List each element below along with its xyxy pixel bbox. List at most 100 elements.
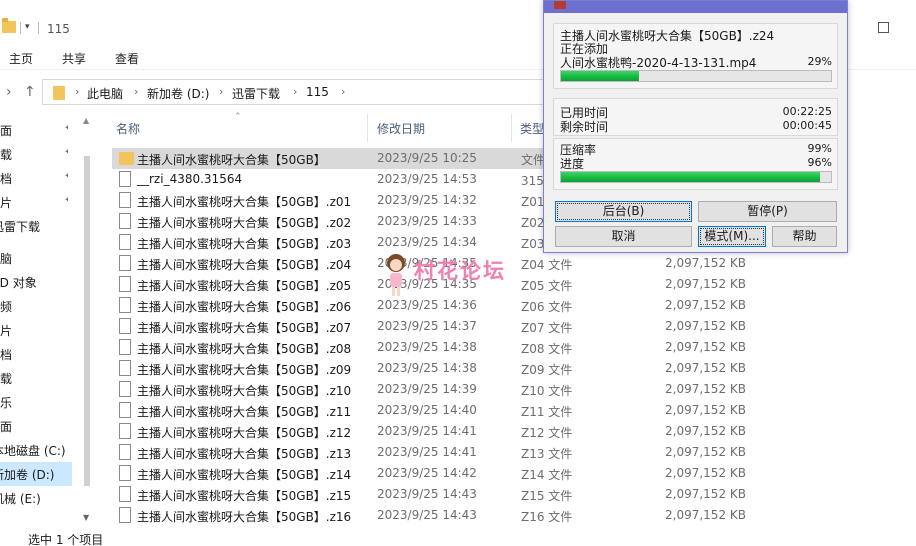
breadcrumb-drive-d[interactable]: 新加卷 (D:)	[147, 85, 209, 102]
file-name: 主播人间水蜜桃呀大合集【50GB】.z01	[137, 195, 352, 209]
file-name: 主播人间水蜜桃呀大合集【50GB】.z10	[137, 384, 352, 398]
pause-button[interactable]: 暂停(P)	[698, 201, 837, 222]
file-type: Z07 文件	[521, 321, 573, 335]
chevron-right-icon[interactable]: ›	[219, 85, 223, 98]
tab-home[interactable]: 主页	[9, 50, 33, 67]
file-icon	[119, 255, 131, 271]
sidebar-item[interactable]: 桌面 ✦	[0, 118, 68, 142]
pin-icon[interactable]: ✦	[64, 195, 68, 209]
sidebar-item[interactable]: 图片	[0, 318, 68, 342]
up-arrow-icon[interactable]: ↑	[24, 84, 36, 100]
file-name: 主播人间水蜜桃呀大合集【50GB】.z05	[137, 279, 352, 293]
sidebar-item[interactable]: 迅雷下载	[0, 214, 72, 238]
file-name: 主播人间水蜜桃呀大合集【50GB】.z09	[137, 363, 352, 377]
progress-value: 96%	[807, 156, 832, 169]
folder-icon	[119, 152, 134, 165]
file-row[interactable]: 主播人间水蜜桃呀大合集【50GB】.z15 2023/9/25 14:43 Z15 …	[112, 484, 752, 505]
sidebar-item[interactable]: 新加卷 (D:)	[0, 462, 72, 486]
file-row[interactable]: 主播人间水蜜桃呀大合集【50GB】.z07 2023/9/25 14:37 Z07 …	[112, 316, 752, 337]
sidebar-item[interactable]: 文档 ✦	[0, 166, 68, 190]
file-progress-fill	[561, 71, 640, 81]
file-icon	[119, 318, 131, 334]
cancel-button[interactable]: 取消	[555, 226, 692, 247]
scroll-down-icon[interactable]: ▼	[83, 513, 89, 522]
file-name: 主播人间水蜜桃呀大合集【50GB】.z03	[137, 237, 352, 251]
sidebar-item[interactable]: 视频	[0, 294, 68, 318]
file-type: Z15 文件	[521, 489, 573, 503]
column-header-date[interactable]: 修改日期	[377, 120, 425, 137]
file-row[interactable]: 主播人间水蜜桃呀大合集【50GB】.z11 2023/9/25 14:40 Z11 …	[112, 400, 752, 421]
column-header-name[interactable]: 名称	[116, 120, 140, 137]
divider	[20, 22, 21, 34]
sidebar-item[interactable]: 电脑	[0, 246, 68, 270]
breadcrumb-115[interactable]: 115	[306, 85, 329, 99]
sidebar-item[interactable]: 3D 对象	[0, 270, 72, 294]
elapsed-value: 00:22:25	[782, 105, 832, 118]
chevron-right-icon[interactable]: ›	[293, 85, 297, 98]
maximize-icon[interactable]	[878, 22, 889, 33]
back-arrow-icon[interactable]: ›	[6, 84, 12, 100]
background-button[interactable]: 后台(B)	[555, 201, 692, 222]
progress-label: 进度	[560, 157, 585, 171]
tab-share[interactable]: 共享	[62, 50, 86, 67]
file-row[interactable]: 主播人间水蜜桃呀大合集【50GB】.z14 2023/9/25 14:42 Z14 …	[112, 463, 752, 484]
remaining-label: 剩余时间	[560, 120, 609, 134]
mascot-watermark-icon	[387, 254, 405, 296]
scrollbar-thumb[interactable]	[84, 156, 90, 486]
sidebar-item-label: 本地磁盘 (C:)	[0, 444, 66, 458]
file-type: Z05 文件	[521, 279, 573, 293]
file-row[interactable]: 主播人间水蜜桃呀大合集【50GB】.z16 2023/9/25 14:43 Z16 …	[112, 505, 752, 526]
file-row[interactable]: 主播人间水蜜桃呀大合集【50GB】.z12 2023/9/25 14:41 Z12 …	[112, 421, 752, 442]
file-size: 2,097,152 KB	[665, 403, 746, 417]
file-row[interactable]: 主播人间水蜜桃呀大合集【50GB】.z13 2023/9/25 14:41 Z13 …	[112, 442, 752, 463]
file-date: 2023/9/25 14:40	[377, 403, 477, 417]
chevron-right-icon[interactable]: ›	[341, 85, 345, 98]
sidebar-item[interactable]: 文档	[0, 342, 68, 366]
help-button[interactable]: 帮助	[772, 226, 837, 247]
mode-button[interactable]: 模式(M)...	[698, 226, 766, 247]
file-row[interactable]: 主播人间水蜜桃呀大合集【50GB】.z09 2023/9/25 14:38 Z09 …	[112, 358, 752, 379]
file-date: 2023/9/25 14:38	[377, 361, 477, 375]
file-icon	[119, 297, 131, 313]
file-type: Z11 文件	[521, 405, 573, 419]
file-row[interactable]: 主播人间水蜜桃呀大合集【50GB】.z06 2023/9/25 14:36 Z06 …	[112, 295, 752, 316]
sidebar-item[interactable]: 桌面	[0, 414, 68, 438]
folder-icon	[53, 86, 65, 100]
tab-view[interactable]: 查看	[115, 50, 139, 67]
file-name: 主播人间水蜜桃呀大合集【50GB】.z12	[137, 426, 352, 440]
chevron-right-icon[interactable]: ›	[75, 85, 79, 98]
file-name: 主播人间水蜜桃呀大合集【50GB】.z06	[137, 300, 352, 314]
pin-icon[interactable]: ✦	[64, 147, 68, 161]
file-row[interactable]: 主播人间水蜜桃呀大合集【50GB】.z10 2023/9/25 14:39 Z10 …	[112, 379, 752, 400]
nav-scrollbar[interactable]: ▲ ▼	[80, 116, 94, 526]
breadcrumb-xunlei[interactable]: 迅雷下载	[232, 85, 280, 102]
file-icon	[119, 423, 131, 439]
scroll-up-icon[interactable]: ▲	[83, 116, 89, 125]
pin-icon[interactable]: ✦	[64, 171, 68, 185]
sidebar-item[interactable]: 下载 ✦	[0, 142, 68, 166]
file-size: 2,097,152 KB	[665, 466, 746, 480]
chevron-right-icon[interactable]: ›	[134, 85, 138, 98]
file-name: 主播人间水蜜桃呀大合集【50GB】.z14	[137, 468, 352, 482]
column-header-type[interactable]: 类型	[520, 120, 544, 137]
sidebar-item[interactable]: 音乐	[0, 390, 68, 414]
sidebar-item-label: 3D 对象	[0, 276, 37, 290]
file-size: 2,097,152 KB	[665, 445, 746, 459]
dialog-titlebar[interactable]	[544, 1, 847, 13]
file-row[interactable]: 主播人间水蜜桃呀大合集【50GB】.z08 2023/9/25 14:38 Z08 …	[112, 337, 752, 358]
file-date: 2023/9/25 14:41	[377, 424, 477, 438]
sidebar-item-label: 图片	[0, 196, 13, 210]
sidebar-item-label: 图片	[0, 324, 13, 338]
file-row[interactable]: 主播人间水蜜桃呀大合集【50GB】 2023/9/25 10:25 文件夹	[112, 148, 557, 169]
selection-status: 选中 1 个项目	[28, 533, 104, 546]
file-date: 2023/9/25 14:41	[377, 445, 477, 459]
address-bar[interactable]: › 此电脑 › 新加卷 (D:) › 迅雷下载 › 115 ›	[42, 79, 552, 105]
breadcrumb-this-pc[interactable]: 此电脑	[87, 85, 123, 102]
quick-access-dropdown-icon[interactable]: ▾	[25, 22, 30, 32]
pin-icon[interactable]: ✦	[64, 123, 68, 137]
file-date: 2023/9/25 14:39	[377, 382, 477, 396]
sidebar-item[interactable]: 机械 (E:)	[0, 486, 72, 510]
sidebar-item[interactable]: 下载	[0, 366, 68, 390]
sidebar-item[interactable]: 图片 ✦	[0, 190, 68, 214]
sidebar-item[interactable]: 本地磁盘 (C:)	[0, 438, 72, 462]
